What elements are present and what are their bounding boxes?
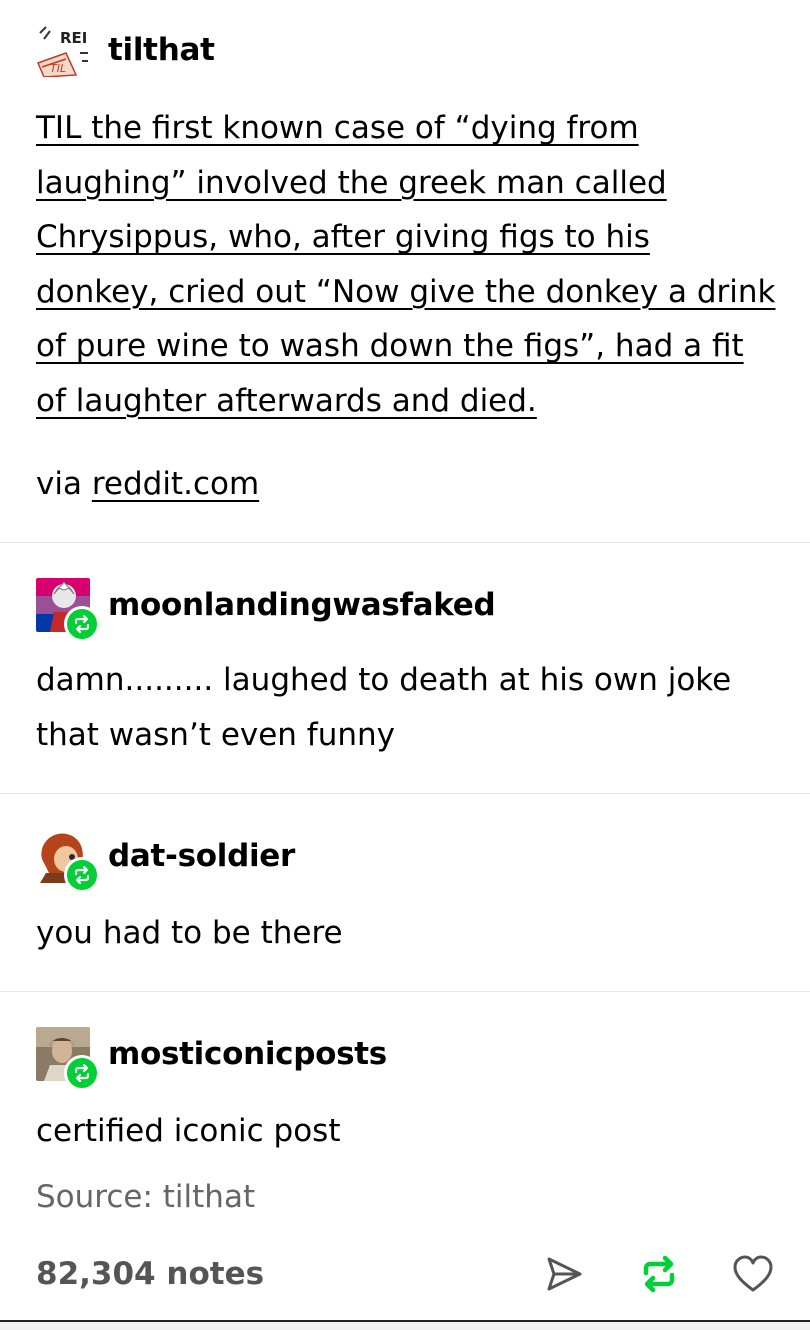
- avatar-tilthat[interactable]: TIL REI: [36, 23, 90, 78]
- post-username[interactable]: tilthat: [108, 33, 215, 67]
- avatar-mosticonicposts[interactable]: [36, 1027, 100, 1091]
- reblog-username[interactable]: dat-soldier: [108, 839, 295, 873]
- post-header: TIL REI tilthat: [36, 22, 215, 78]
- via-link[interactable]: reddit.com: [92, 466, 259, 502]
- reblog-button[interactable]: [637, 1252, 681, 1296]
- via-prefix: via: [36, 466, 82, 502]
- reblog-header: mosticonicposts: [36, 1026, 387, 1091]
- reblog-text: damn......... laughed to death at his ow…: [36, 662, 732, 753]
- reblog-badge-icon: [64, 857, 100, 893]
- svg-text:REI: REI: [60, 29, 87, 47]
- share-icon: [547, 1257, 582, 1291]
- notes-count[interactable]: 82,304 notes: [36, 1254, 264, 1294]
- share-button[interactable]: [542, 1252, 586, 1296]
- reblog-text: certified iconic post: [36, 1113, 341, 1149]
- reblog-username[interactable]: mosticonicposts: [108, 1037, 387, 1071]
- avatar-dat-soldier[interactable]: [36, 829, 100, 893]
- reblog-badge-icon: [64, 1055, 100, 1091]
- post-body-link[interactable]: TIL the first known case of “dying from …: [36, 110, 776, 419]
- reblog-icon: [643, 1255, 675, 1293]
- reblog-badge-icon: [64, 606, 100, 642]
- reblog-1: moonlandingwasfaked damn......... laughe…: [0, 543, 810, 793]
- via-line: via reddit.com: [36, 464, 259, 504]
- reblog-header: moonlandingwasfaked: [36, 577, 496, 642]
- til-logo-icon: TIL REI: [36, 23, 90, 78]
- svg-text:TIL: TIL: [50, 62, 66, 75]
- source-line[interactable]: Source: tilthat: [36, 1177, 255, 1217]
- like-button[interactable]: [731, 1252, 775, 1296]
- post-body[interactable]: TIL the first known case of “dying from …: [36, 101, 776, 428]
- reblog-2: dat-soldier you had to be there: [0, 794, 810, 991]
- original-post: TIL REI tilthat TIL the first known case…: [0, 0, 810, 542]
- avatar-moonlandingwasfaked[interactable]: [36, 578, 100, 642]
- reblog-text: you had to be there: [36, 915, 343, 951]
- bottom-bar: [0, 1320, 810, 1330]
- like-icon: [733, 1255, 773, 1292]
- reblog-username[interactable]: moonlandingwasfaked: [108, 588, 496, 622]
- reblog-header: dat-soldier: [36, 828, 295, 893]
